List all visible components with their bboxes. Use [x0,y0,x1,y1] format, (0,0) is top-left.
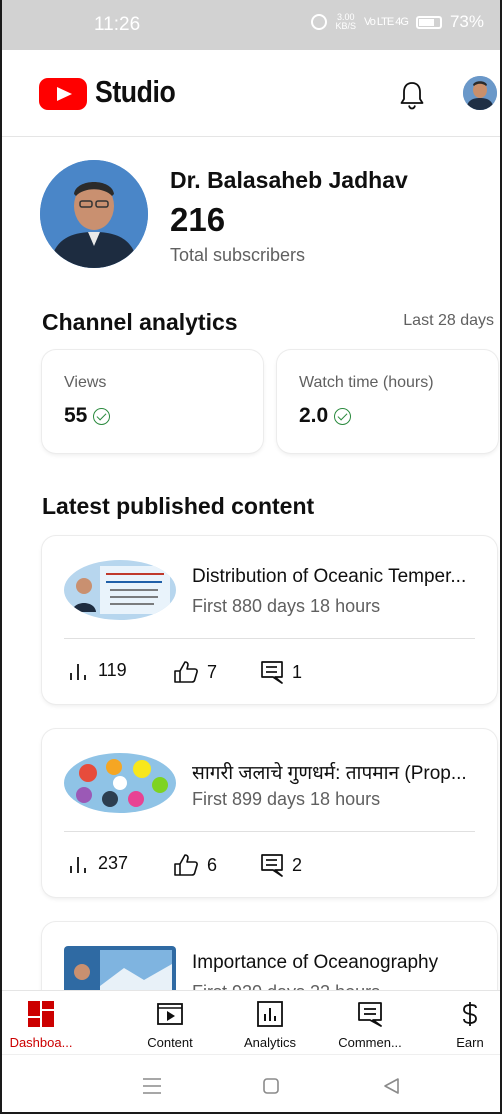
bar-chart-icon [70,856,86,873]
recents-icon[interactable] [142,1077,162,1095]
app-title: Studio [95,74,176,109]
account-avatar[interactable] [463,76,497,110]
video-divider [64,638,475,639]
thumbnail-image-icon [64,753,176,813]
views-stat: 237 [68,853,128,874]
channel-avatar[interactable] [40,160,148,268]
latest-content-title: Latest published content [42,493,315,519]
bottom-navigation: Dashboa... Content Analytics Commen... E… [2,990,500,1054]
content-icon [130,999,210,1029]
alarm-icon [311,14,328,30]
nav-analytics[interactable]: Analytics [230,999,310,1050]
thumbs-up-icon [174,661,198,683]
video-divider [64,831,475,832]
views-stat: 119 [68,660,127,681]
nav-dashboard[interactable]: Dashboa... [2,999,81,1050]
video-thumbnail [64,560,176,620]
views-number: 55 [64,404,88,427]
nav-label: Earn [456,1035,484,1050]
status-bar: 11:26 3.00 KB/S Vo LTE 4G 73% [2,0,500,50]
likes-count: 6 [207,854,218,875]
bar-chart-icon [70,663,86,680]
nav-earn[interactable]: Earn [430,999,500,1050]
views-card[interactable]: Views 55 [42,350,263,453]
signal-icon: Vo LTE 4G [363,16,409,28]
battery-level: 73% [449,12,484,31]
header-divider [2,136,500,137]
channel-portrait-icon [40,160,148,268]
nav-label: Content [147,1035,193,1050]
avatar-portrait-icon [463,76,497,110]
check-circle-icon [334,407,352,425]
watch-time-value: 2.0 [299,404,352,428]
dashboard-icon [2,999,81,1029]
phone-screen: 11:26 3.00 KB/S Vo LTE 4G 73% Studio Dr.… [0,0,502,1114]
subscriber-label: Total subscribers [170,245,306,265]
comments-stat: 1 [260,660,302,684]
likes-stat: 6 [173,853,217,877]
thumbs-up-icon [174,854,198,876]
bell-icon[interactable] [399,80,425,110]
network-speed: 3.00 KB/S [335,12,356,31]
thumbnail-image-icon [64,560,176,620]
comments-icon [330,999,410,1029]
nav-label: Dashboa... [9,1035,73,1050]
check-circle-icon [93,407,111,425]
nav-content[interactable]: Content [130,999,210,1050]
video-title: Importance of Oceanography [192,952,439,973]
comment-icon [261,661,283,684]
video-age: First 880 days 18 hours [192,596,381,616]
watch-time-label: Watch time (hours) [299,374,434,391]
video-title: Distribution of Oceanic Temper... [192,566,467,587]
youtube-logo-icon[interactable] [39,78,87,110]
video-thumbnail [64,753,176,813]
status-icons: 3.00 KB/S Vo LTE 4G 73% [311,12,484,32]
comment-icon [261,854,283,877]
video-card[interactable]: Distribution of Oceanic Temper... First … [42,536,497,704]
likes-count: 7 [207,661,218,682]
views-count: 119 [98,660,127,680]
watch-time-card[interactable]: Watch time (hours) 2.0 [277,350,498,453]
nav-label: Commen... [338,1035,402,1050]
video-title: सागरी जलाचे गुणधर्म: तापमान (Prop... [192,763,467,784]
video-card[interactable]: सागरी जलाचे गुणधर्म: तापमान (Prop... Fir… [42,729,497,897]
comments-count: 2 [292,854,303,875]
system-navigation-bar [2,1054,500,1112]
back-icon[interactable] [382,1077,400,1095]
watch-time-number: 2.0 [299,404,329,427]
video-age: First 899 days 18 hours [192,789,381,809]
comments-stat: 2 [260,853,302,877]
likes-stat: 7 [173,660,217,684]
analytics-title: Channel analytics [42,309,238,335]
channel-name: Dr. Balasaheb Jadhav [170,167,408,193]
earn-icon [430,999,500,1029]
home-icon[interactable] [262,1077,280,1095]
views-value: 55 [64,404,111,428]
battery-icon [415,15,442,29]
subscriber-count: 216 [170,201,226,238]
status-time: 11:26 [94,14,141,35]
nav-label: Analytics [243,1035,297,1050]
analytics-icon [230,999,310,1029]
views-label: Views [64,374,107,391]
nav-comments[interactable]: Commen... [330,999,410,1050]
comments-count: 1 [292,661,303,682]
app-bar: Studio [2,50,500,136]
views-count: 237 [98,853,129,873]
analytics-period: Last 28 days [403,312,494,329]
